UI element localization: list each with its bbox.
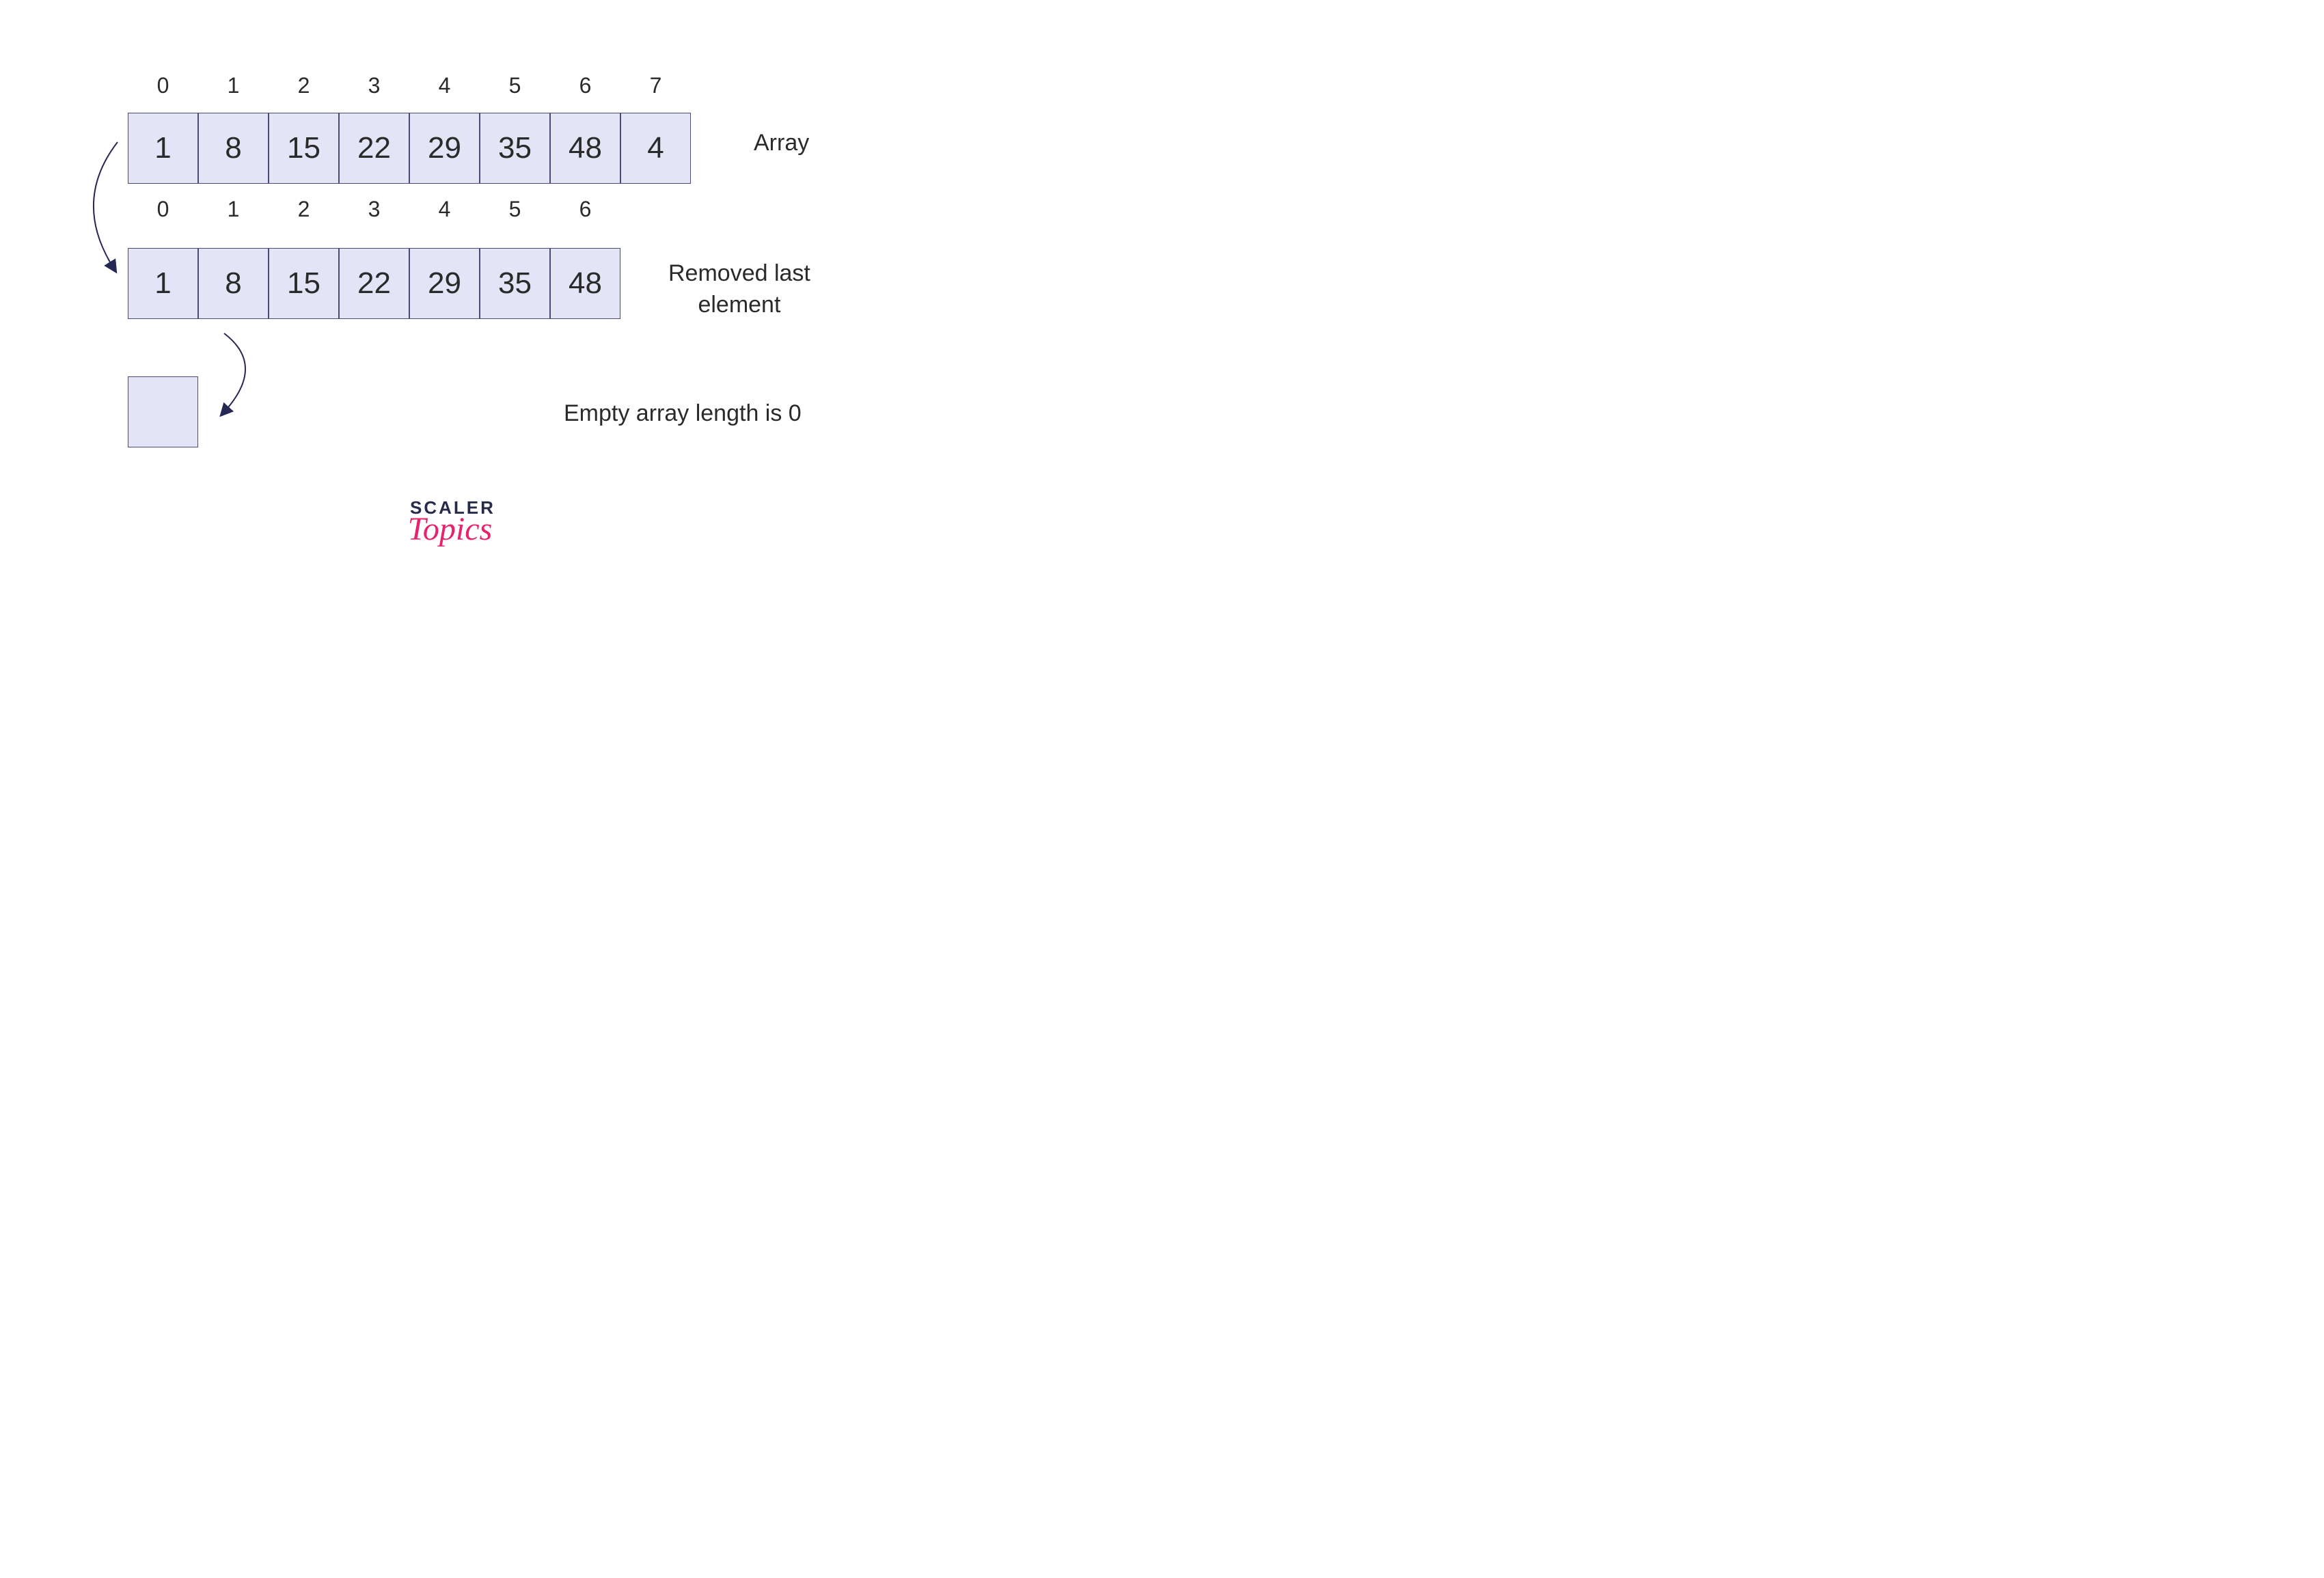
array-diagram: 0 1 2 3 4 5 6 7 1 8 15 22 29 35 48 4 Arr…: [0, 0, 902, 612]
array-1-cells: 1 8 15 22 29 35 48 4: [128, 113, 691, 184]
index-label: 6: [550, 197, 620, 222]
array-cell: 29: [409, 248, 480, 319]
index-label: 7: [620, 73, 691, 98]
array-empty-label: Empty array length is 0: [564, 398, 802, 430]
array-1-label: Array: [754, 128, 809, 159]
array-cell: 8: [198, 113, 269, 184]
index-label: 0: [128, 197, 198, 222]
index-label: 2: [269, 197, 339, 222]
array-1-indices: 0 1 2 3 4 5 6 7: [128, 73, 691, 98]
index-label: 0: [128, 73, 198, 98]
index-label: 1: [198, 73, 269, 98]
array-cell: 48: [550, 113, 620, 184]
index-label: 1: [198, 197, 269, 222]
index-label: 4: [409, 197, 480, 222]
array-cell: 15: [269, 113, 339, 184]
index-label: 5: [480, 73, 550, 98]
array-2-label: Removed last element: [668, 258, 810, 321]
array-cell: 35: [480, 113, 550, 184]
logo-topics-text: Topics: [405, 510, 495, 548]
scaler-topics-logo: SCALER Topics: [410, 497, 495, 548]
array-cell: 35: [480, 248, 550, 319]
array-2-indices: 0 1 2 3 4 5 6: [128, 197, 620, 222]
array-cell: 4: [620, 113, 691, 184]
array-empty-cells: [128, 376, 198, 447]
array-cell: 1: [128, 113, 198, 184]
index-label: 3: [339, 197, 409, 222]
index-label: 6: [550, 73, 620, 98]
array-cell: 29: [409, 113, 480, 184]
array-cell-empty: [128, 376, 198, 447]
array-cell: 15: [269, 248, 339, 319]
index-label: 2: [269, 73, 339, 98]
array-2-cells: 1 8 15 22 29 35 48: [128, 248, 620, 319]
index-label: 5: [480, 197, 550, 222]
array-cell: 48: [550, 248, 620, 319]
index-label: 3: [339, 73, 409, 98]
array-cell: 8: [198, 248, 269, 319]
arrow-1: [68, 137, 137, 280]
index-label: 4: [409, 73, 480, 98]
arrow-2: [212, 328, 273, 424]
array-cell: 22: [339, 113, 409, 184]
array-cell: 22: [339, 248, 409, 319]
array-cell: 1: [128, 248, 198, 319]
